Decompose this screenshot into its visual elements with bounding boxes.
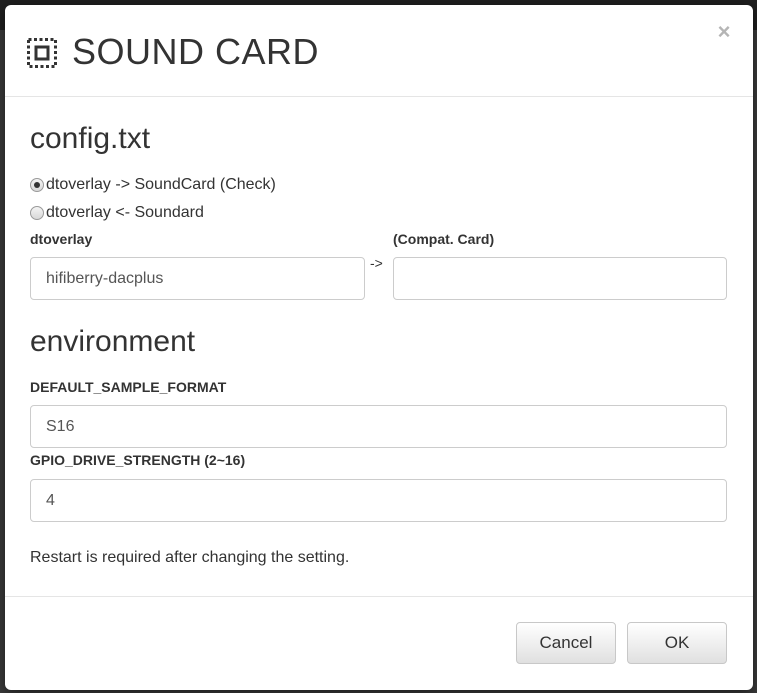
gpio-strength-input[interactable]: 4 <box>30 479 727 522</box>
cancel-button[interactable]: Cancel <box>516 622 616 664</box>
radio-soundcard-to-dtoverlay[interactable]: dtoverlay <- Soundard <box>30 204 204 222</box>
sound-card-dialog: SOUND CARD × config.txt dtoverlay -> Sou… <box>5 5 753 690</box>
modal-title: SOUND CARD <box>72 31 320 72</box>
compat-card-label: (Compat. Card) <box>393 231 495 247</box>
sample-format-label: DEFAULT_SAMPLE_FORMAT <box>30 379 227 395</box>
modal-header: SOUND CARD × <box>5 5 753 97</box>
sample-format-input[interactable]: S16 <box>30 405 727 448</box>
radio-label: dtoverlay -> SoundCard (Check) <box>46 176 276 193</box>
radio-label: dtoverlay <- Soundard <box>46 204 204 221</box>
radio-dtoverlay-to-soundcard[interactable]: dtoverlay -> SoundCard (Check) <box>30 176 276 194</box>
dtoverlay-label: dtoverlay <box>30 231 93 247</box>
radio-button-checked[interactable] <box>30 178 44 192</box>
restart-note: Restart is required after changing the s… <box>30 549 350 566</box>
chip-icon <box>27 38 57 68</box>
dtoverlay-input[interactable]: hifiberry-dacplus <box>30 257 365 300</box>
environment-heading: environment <box>30 325 196 358</box>
close-icon[interactable]: × <box>713 21 735 43</box>
config-heading: config.txt <box>30 122 151 155</box>
compat-card-input[interactable] <box>393 257 727 300</box>
footer-divider <box>5 596 753 597</box>
radio-button[interactable] <box>30 206 44 220</box>
ok-button[interactable]: OK <box>627 622 727 664</box>
mapping-arrow: -> <box>370 255 383 271</box>
gpio-strength-label: GPIO_DRIVE_STRENGTH (2~16) <box>30 452 246 468</box>
